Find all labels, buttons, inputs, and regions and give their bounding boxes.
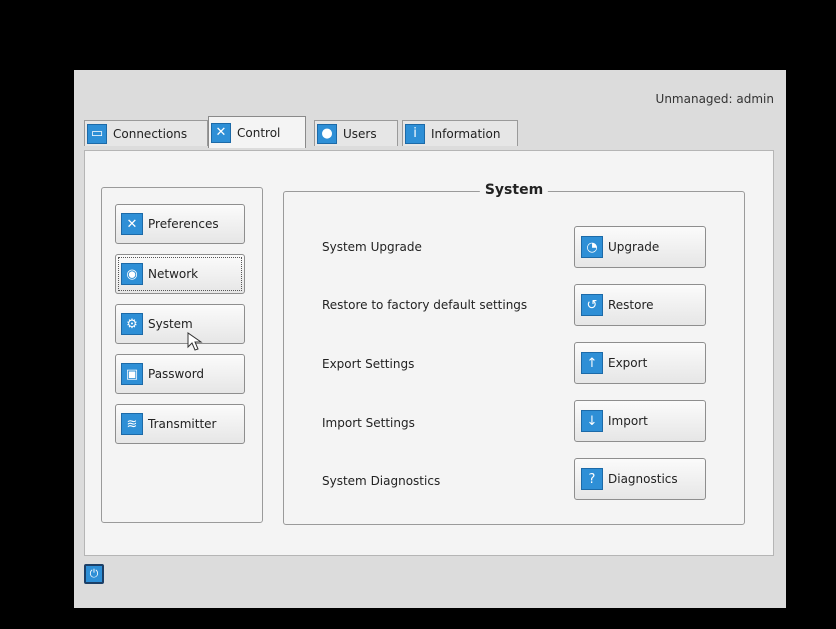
- sidebar-item-network[interactable]: ◉ Network: [115, 254, 245, 294]
- upgrade-icon: ◔: [581, 236, 603, 258]
- sidebar-item-transmitter[interactable]: ≋ Transmitter: [115, 404, 245, 444]
- sidebar-item-label: System: [148, 317, 193, 331]
- control-panel: ✕ Preferences ◉ Network ⚙ System ▣ Passw…: [84, 150, 774, 556]
- power-icon[interactable]: ⏻: [84, 564, 104, 584]
- export-label: Export Settings: [322, 357, 415, 371]
- user-status: Unmanaged: admin: [655, 92, 774, 106]
- gear-icon: ⚙: [121, 313, 143, 335]
- system-upgrade-label: System Upgrade: [322, 240, 422, 254]
- tools-icon: ✕: [121, 213, 143, 235]
- lock-icon: ▣: [121, 363, 143, 385]
- sidebar-item-system[interactable]: ⚙ System: [115, 304, 245, 344]
- tab-label: Information: [431, 126, 501, 141]
- sidebar: ✕ Preferences ◉ Network ⚙ System ▣ Passw…: [101, 187, 263, 523]
- tab-users[interactable]: ● Users: [314, 120, 398, 146]
- button-label: Restore: [608, 298, 654, 312]
- button-label: Export: [608, 356, 648, 370]
- sidebar-item-label: Preferences: [148, 217, 219, 231]
- network-icon: ◉: [121, 263, 143, 285]
- sidebar-item-label: Network: [148, 267, 199, 281]
- tools-icon: ✕: [211, 122, 231, 143]
- tab-connections[interactable]: ▭ Connections: [84, 120, 208, 146]
- diagnostics-label: System Diagnostics: [322, 474, 441, 488]
- sidebar-item-password[interactable]: ▣ Password: [115, 354, 245, 394]
- app-window: Unmanaged: admin ▭ Connections ✕ Control…: [74, 70, 786, 608]
- tab-label: Connections: [113, 126, 188, 141]
- group-title: System: [479, 182, 549, 198]
- tab-label: Control: [237, 125, 281, 140]
- diagnostics-button[interactable]: ? Diagnostics: [574, 458, 706, 500]
- tab-control[interactable]: ✕ Control: [208, 116, 306, 148]
- restore-label: Restore to factory default settings: [322, 298, 528, 312]
- sidebar-item-label: Password: [148, 367, 205, 381]
- import-arrow-icon: ↓: [581, 410, 603, 432]
- import-label: Import Settings: [322, 416, 415, 430]
- monitor-icon: ▭: [87, 123, 107, 144]
- button-label: Import: [608, 414, 648, 428]
- sidebar-item-preferences[interactable]: ✕ Preferences: [115, 204, 245, 244]
- transmitter-icon: ≋: [121, 413, 143, 435]
- sidebar-item-label: Transmitter: [148, 417, 217, 431]
- button-label: Diagnostics: [608, 472, 678, 486]
- upgrade-button[interactable]: ◔ Upgrade: [574, 226, 706, 268]
- button-label: Upgrade: [608, 240, 660, 254]
- export-arrow-icon: ↑: [581, 352, 603, 374]
- restore-button[interactable]: ↺ Restore: [574, 284, 706, 326]
- restore-icon: ↺: [581, 294, 603, 316]
- import-button[interactable]: ↓ Import: [574, 400, 706, 442]
- export-button[interactable]: ↑ Export: [574, 342, 706, 384]
- mouse-cursor-icon: [187, 332, 203, 351]
- info-icon: i: [405, 123, 425, 144]
- users-icon: ●: [317, 123, 337, 144]
- tab-information[interactable]: i Information: [402, 120, 518, 146]
- tab-label: Users: [343, 126, 377, 141]
- system-group: System System Upgrade ◔ Upgrade Restore …: [283, 182, 745, 525]
- help-icon: ?: [581, 468, 603, 490]
